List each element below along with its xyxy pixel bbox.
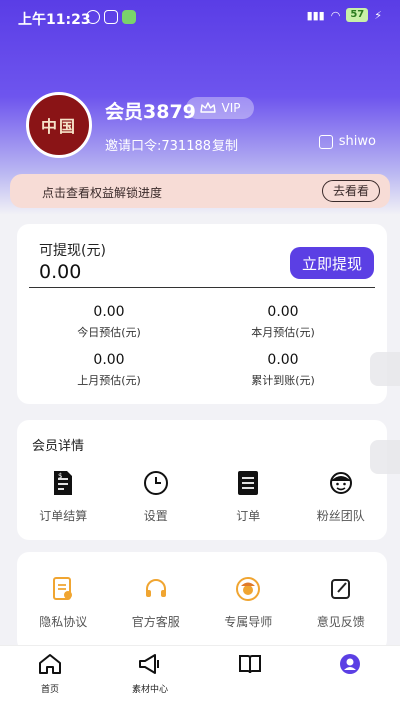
withdrawable-label: 可提现(元) — [39, 243, 106, 259]
username: shiwo — [338, 134, 376, 149]
item-label: 设置 — [143, 509, 168, 523]
status-time: 上午11:23 — [18, 12, 91, 28]
profile-icon — [310, 652, 390, 676]
stat-last-month: 0.00 上月预估(元) — [34, 352, 184, 388]
unlock-banner-text: 点击查看权益解锁进度 — [42, 186, 163, 200]
member-details-card: 会员详情 $ 订单结算 设置 订单 粉丝团队 — [17, 420, 387, 540]
avatar[interactable]: 中国 — [26, 92, 92, 158]
avatar-text: 中国 — [40, 117, 77, 136]
stat-value: 0.00 — [267, 352, 299, 368]
copy-button[interactable]: 复制 — [212, 135, 238, 154]
item-label: 专属导师 — [224, 615, 273, 629]
headset-icon — [141, 574, 171, 604]
crown-icon — [199, 102, 216, 113]
document-icon — [233, 468, 263, 498]
tab-label: 首页 — [40, 685, 59, 695]
stat-value: 0.00 — [93, 352, 125, 368]
item-label: 官方客服 — [131, 615, 180, 629]
tab-third[interactable] — [210, 652, 290, 682]
stat-label: 上月预估(元) — [77, 374, 141, 387]
stat-value: 0.00 — [93, 304, 125, 320]
clock-icon — [141, 468, 171, 498]
item-label: 订单结算 — [39, 509, 88, 523]
exclusive-mentor-item[interactable]: 专属导师 — [202, 574, 295, 630]
services-card: 隐私协议 官方客服 专属导师 意见反馈 — [17, 552, 387, 652]
tab-material-center[interactable]: 素材中心 — [110, 652, 190, 695]
book-icon — [210, 652, 290, 676]
member-name: 会员3879 — [105, 101, 196, 123]
stat-label: 累计到账(元) — [251, 374, 315, 387]
feedback-item[interactable]: 意见反馈 — [295, 574, 388, 630]
floating-side-button[interactable] — [370, 352, 400, 386]
charging-icon: ⚡ — [374, 8, 382, 22]
mentor-icon — [233, 574, 263, 604]
vip-badge[interactable]: VIP — [186, 97, 254, 119]
unlock-banner[interactable]: 点击查看权益解锁进度 去看看 — [10, 174, 390, 208]
fan-team-item[interactable]: 粉丝团队 — [295, 468, 388, 524]
item-label: 隐私协议 — [39, 615, 88, 629]
battery-icon: 57 — [346, 8, 369, 22]
stat-this-month: 0.00 本月预估(元) — [208, 304, 358, 340]
fan-face-icon — [326, 468, 356, 498]
item-label: 订单 — [236, 509, 261, 523]
vip-label: VIP — [221, 101, 241, 115]
member-details-title: 会员详情 — [32, 439, 85, 454]
tab-mine[interactable] — [310, 652, 390, 682]
app-notification-icon — [122, 10, 136, 24]
svg-text:$: $ — [58, 472, 62, 480]
invoice-icon: $ — [48, 468, 78, 498]
stat-value: 0.00 — [267, 304, 299, 320]
username-link[interactable]: shiwo — [318, 134, 376, 149]
order-settlement-item[interactable]: $ 订单结算 — [17, 468, 110, 524]
stat-today: 0.00 今日预估(元) — [34, 304, 184, 340]
signal-icon: ▮▮▮ — [306, 8, 325, 22]
orders-item[interactable]: 订单 — [202, 468, 295, 524]
notification-icon — [104, 10, 118, 24]
chat-icon — [318, 134, 333, 149]
wifi-icon: ◠ — [330, 8, 341, 22]
privacy-agreement-item[interactable]: 隐私协议 — [17, 574, 110, 630]
stat-total-received: 0.00 累计到账(元) — [208, 352, 358, 388]
settings-item[interactable]: 设置 — [110, 468, 203, 524]
withdrawable-value: 0.00 — [39, 261, 82, 283]
invite-code: 邀请口令:731188 — [105, 139, 212, 154]
item-label: 意见反馈 — [316, 615, 365, 629]
earnings-card: 可提现(元) 0.00 立即提现 0.00 今日预估(元) 0.00 本月预估(… — [17, 224, 387, 404]
stat-label: 本月预估(元) — [251, 326, 315, 339]
tab-home[interactable]: 首页 — [10, 652, 90, 695]
megaphone-icon — [110, 652, 190, 676]
home-icon — [10, 652, 90, 676]
status-bar: 上午11:23 ▮▮▮ ◠ 57 ⚡ — [0, 0, 400, 34]
tab-label: 素材中心 — [131, 685, 168, 695]
go-see-button[interactable]: 去看看 — [321, 180, 380, 202]
alarm-icon — [86, 10, 100, 24]
floating-side-button[interactable] — [370, 440, 400, 474]
official-support-item[interactable]: 官方客服 — [110, 574, 203, 630]
withdraw-button[interactable]: 立即提现 — [290, 247, 374, 279]
bottom-tab-bar: 首页 素材中心 — [0, 645, 400, 711]
divider — [29, 287, 375, 288]
privacy-doc-icon — [48, 574, 78, 604]
feedback-edit-icon — [326, 574, 356, 604]
item-label: 粉丝团队 — [316, 509, 365, 523]
stat-label: 今日预估(元) — [77, 326, 141, 339]
